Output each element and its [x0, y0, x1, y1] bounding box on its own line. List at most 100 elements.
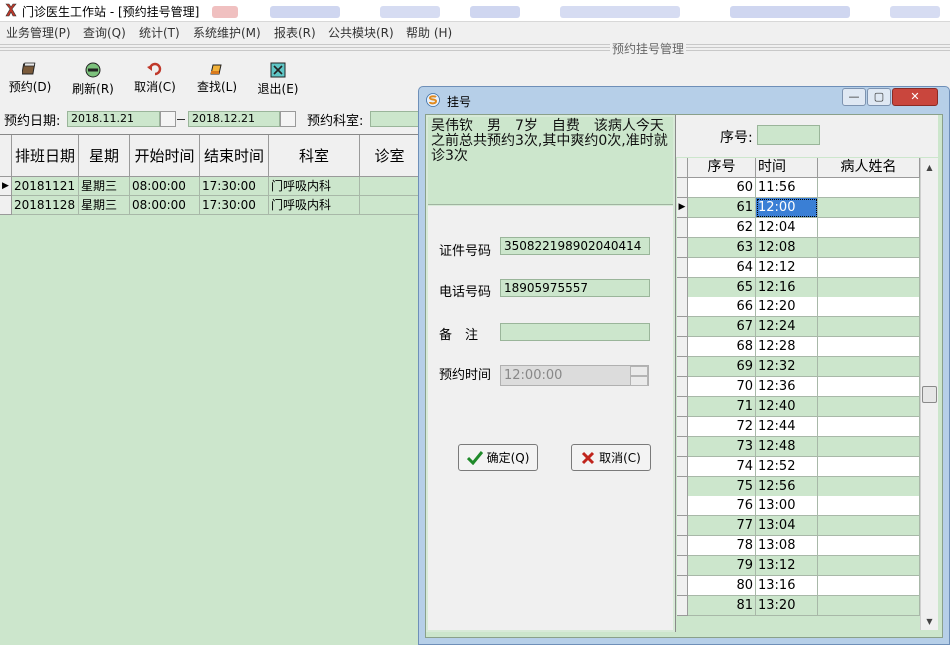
slot-cell-no[interactable]: 78 — [688, 536, 756, 556]
slot-cell-patient[interactable] — [818, 278, 920, 298]
reserve-button[interactable]: 预约(D) — [2, 62, 58, 96]
slot-cell-patient[interactable] — [818, 397, 920, 417]
col-header-schedule-date[interactable]: 排班日期 — [12, 135, 79, 177]
slot-cell-patient[interactable] — [818, 357, 920, 377]
slot-cell-no[interactable]: 69 — [688, 357, 756, 377]
slot-cell-time[interactable]: 12:52 — [756, 457, 818, 477]
note-field[interactable] — [500, 323, 650, 341]
date-to-picker-button[interactable] — [280, 111, 296, 127]
dialog-cancel-button[interactable]: 取消(C) — [571, 444, 651, 471]
slot-cell-time[interactable]: 13:12 — [756, 556, 818, 576]
slot-cell-no[interactable]: 75 — [688, 477, 756, 497]
refresh-button[interactable]: 刷新(R) — [65, 62, 121, 96]
slot-cell-time[interactable]: 12:12 — [756, 258, 818, 278]
slot-cell-time[interactable]: 12:00 — [756, 198, 818, 218]
slot-cell-no[interactable]: 81 — [688, 596, 756, 616]
id-number-field[interactable]: 350822198902040414 — [500, 237, 650, 255]
slot-cell-time[interactable]: 12:16 — [756, 278, 818, 298]
slot-cell-no[interactable]: 62 — [688, 218, 756, 238]
time-spin-down-button[interactable] — [630, 376, 648, 386]
slot-cell-patient[interactable] — [818, 516, 920, 536]
col-header-start-time[interactable]: 开始时间 — [130, 135, 200, 177]
slot-cell-no[interactable]: 74 — [688, 457, 756, 477]
col-header-dept[interactable]: 科室 — [269, 135, 360, 177]
slot-cell-time[interactable]: 12:56 — [756, 477, 818, 497]
menu-help[interactable]: 帮助 (H) — [406, 24, 452, 41]
slot-cell-no[interactable]: 71 — [688, 397, 756, 417]
slot-cell-patient[interactable] — [818, 556, 920, 576]
table-cell-weekday[interactable]: 星期三 — [79, 177, 130, 196]
reserve-time-field[interactable]: 12:00:00 — [500, 365, 649, 386]
slot-cell-no[interactable]: 61 — [688, 198, 756, 218]
slot-cell-time[interactable]: 12:36 — [756, 377, 818, 397]
table-cell-dept[interactable]: 门呼吸内科 — [269, 196, 360, 215]
slot-cell-no[interactable]: 70 — [688, 377, 756, 397]
sequence-field[interactable] — [757, 125, 820, 145]
table-cell-start[interactable]: 08:00:00 — [130, 196, 200, 215]
slot-col-header-name[interactable]: 病人姓名 — [818, 158, 920, 178]
slot-cell-no[interactable]: 73 — [688, 437, 756, 457]
slot-cell-patient[interactable] — [818, 496, 920, 516]
maximize-button[interactable]: ▢ — [867, 88, 891, 106]
slot-cell-time[interactable]: 13:08 — [756, 536, 818, 556]
cancel-button[interactable]: 取消(C) — [127, 62, 183, 96]
find-button[interactable]: 查找(L) — [189, 62, 245, 96]
phone-field[interactable]: 18905975557 — [500, 279, 650, 297]
slot-cell-patient[interactable] — [818, 576, 920, 596]
slot-cell-patient[interactable] — [818, 238, 920, 258]
slot-cell-patient[interactable] — [818, 536, 920, 556]
slot-cell-patient[interactable] — [818, 198, 920, 218]
slot-cell-no[interactable]: 64 — [688, 258, 756, 278]
slot-cell-no[interactable]: 67 — [688, 317, 756, 337]
table-cell-room[interactable] — [360, 177, 420, 196]
date-to-input[interactable]: 2018.12.21 — [188, 111, 280, 127]
scroll-down-icon[interactable]: ▼ — [921, 613, 938, 630]
slot-cell-patient[interactable] — [818, 297, 920, 317]
menu-reports[interactable]: 报表(R) — [274, 24, 316, 41]
scrollbar-thumb[interactable] — [922, 386, 937, 403]
slot-cell-no[interactable]: 60 — [688, 178, 756, 198]
minimize-button[interactable]: — — [842, 88, 866, 106]
slot-col-header-time[interactable]: 时间 — [756, 158, 818, 178]
slot-cell-no[interactable]: 77 — [688, 516, 756, 536]
menu-business[interactable]: 业务管理(P) — [6, 24, 71, 41]
col-header-room[interactable]: 诊室 — [360, 135, 420, 177]
exit-button[interactable]: 退出(E) — [250, 62, 306, 96]
slot-cell-patient[interactable] — [818, 258, 920, 278]
time-spin-up-button[interactable] — [630, 366, 648, 376]
menu-query[interactable]: 查询(Q) — [83, 24, 126, 41]
slot-cell-patient[interactable] — [818, 477, 920, 497]
table-cell-date[interactable]: 20181121 — [12, 177, 79, 196]
slot-cell-patient[interactable] — [818, 596, 920, 616]
slot-cell-time[interactable]: 13:20 — [756, 596, 818, 616]
slot-cell-patient[interactable] — [818, 317, 920, 337]
confirm-button[interactable]: 确定(Q) — [458, 444, 538, 471]
slot-cell-time[interactable]: 12:48 — [756, 437, 818, 457]
slot-cell-patient[interactable] — [818, 417, 920, 437]
slot-cell-time[interactable]: 13:00 — [756, 496, 818, 516]
menu-statistics[interactable]: 统计(T) — [139, 24, 180, 41]
scroll-up-icon[interactable]: ▲ — [921, 159, 938, 176]
slot-cell-patient[interactable] — [818, 218, 920, 238]
table-cell-room[interactable] — [360, 196, 420, 215]
slot-cell-no[interactable]: 79 — [688, 556, 756, 576]
col-header-weekday[interactable]: 星期 — [79, 135, 130, 177]
slot-cell-no[interactable]: 65 — [688, 278, 756, 298]
slot-cell-no[interactable]: 63 — [688, 238, 756, 258]
table-cell-end[interactable]: 17:30:00 — [200, 196, 269, 215]
slot-cell-time[interactable]: 12:04 — [756, 218, 818, 238]
dept-input[interactable] — [370, 111, 422, 127]
slot-cell-time[interactable]: 11:56 — [756, 178, 818, 198]
slot-col-header-no[interactable]: 序号 — [688, 158, 756, 178]
slot-cell-patient[interactable] — [818, 457, 920, 477]
slot-cell-no[interactable]: 66 — [688, 297, 756, 317]
slot-cell-no[interactable]: 80 — [688, 576, 756, 596]
slot-cell-patient[interactable] — [818, 437, 920, 457]
slot-cell-patient[interactable] — [818, 178, 920, 198]
table-cell-weekday[interactable]: 星期三 — [79, 196, 130, 215]
table-cell-start[interactable]: 08:00:00 — [130, 177, 200, 196]
date-from-input[interactable]: 2018.11.21 — [67, 111, 160, 127]
table-cell-dept[interactable]: 门呼吸内科 — [269, 177, 360, 196]
table-cell-date[interactable]: 20181128 — [12, 196, 79, 215]
menu-system[interactable]: 系统维护(M) — [193, 24, 261, 41]
